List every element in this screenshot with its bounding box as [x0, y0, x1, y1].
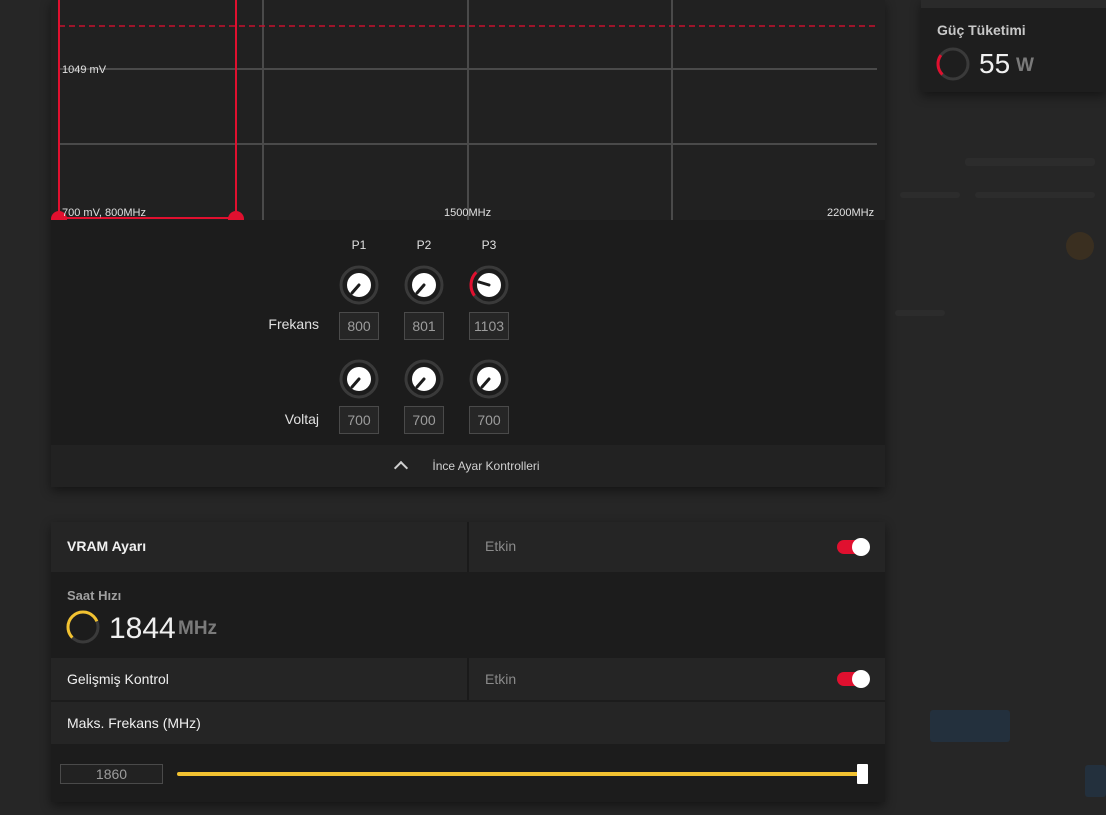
vram-status: Etkin [485, 538, 517, 554]
voltage-knob-p3[interactable] [469, 359, 509, 399]
frequency-row-label: Frekans [268, 316, 319, 332]
frequency-knob-p3[interactable] [469, 265, 509, 305]
column-p1: P1 [351, 238, 367, 252]
clock-speed-label: Saat Hızı [67, 588, 122, 603]
frequency-input-p1[interactable]: 800 [339, 312, 379, 340]
card-top-strip [921, 0, 1106, 8]
power-gauge-icon [936, 47, 970, 81]
max-frequency-row: Maks. Frekans (MHz) [51, 702, 885, 744]
frequency-knob-p1[interactable] [339, 265, 379, 305]
advanced-control-status: Etkin [485, 671, 517, 687]
voltage-knob-p1[interactable] [339, 359, 379, 399]
blurred-bg-button [930, 710, 1010, 742]
vf-curve-chart[interactable]: 1049 mV 700 mV, 800MHz 1500MHz 2200MHz [51, 0, 885, 220]
power-value: 55 [979, 48, 1011, 79]
blurred-bg-text [965, 158, 1095, 166]
voltage-axis-label: 1049 mV [62, 64, 107, 76]
vram-toggle[interactable] [837, 538, 870, 556]
voltage-row-label: Voltaj [284, 411, 319, 427]
blurred-bg-button [1085, 765, 1106, 797]
clock-speed-value: 1844 [109, 612, 176, 645]
chart-grid [59, 0, 877, 220]
curve-point-p2 [228, 211, 244, 220]
toggle-thumb [852, 670, 870, 688]
max-frequency-title: Maks. Frekans (MHz) [67, 715, 201, 731]
origin-axis-label: 700 mV, 800MHz [62, 207, 146, 219]
row-divider [467, 658, 469, 700]
blurred-bg-circle [1066, 232, 1094, 260]
voltage-input-p2[interactable]: 700 [404, 406, 444, 434]
toggle-thumb [852, 538, 870, 556]
fine-tune-label: İnce Ayar Kontrolleri [432, 459, 540, 473]
max-frequency-slider-thumb[interactable] [857, 764, 868, 784]
column-p3: P3 [481, 238, 497, 252]
blurred-bg-text [895, 310, 945, 316]
max-frequency-slider-track[interactable] [177, 772, 863, 776]
power-consumption-card: Güç Tüketimi 55 W [921, 0, 1106, 92]
voltage-input-p1[interactable]: 700 [339, 406, 379, 434]
voltage-knob-p2[interactable] [404, 359, 444, 399]
frequency-knob-p2[interactable] [404, 265, 444, 305]
max-frequency-input[interactable]: 1860 [60, 764, 163, 784]
vram-settings-row: VRAM Ayarı Etkin [51, 522, 885, 572]
vram-title: VRAM Ayarı [67, 538, 147, 554]
vf-curve-svg [51, 0, 877, 220]
column-p2: P2 [416, 238, 432, 252]
mid-axis-label: 1500MHz [444, 207, 492, 219]
voltage-input-p3[interactable]: 700 [469, 406, 509, 434]
power-unit: W [1016, 55, 1034, 76]
tuning-panel: 1049 mV 700 mV, 800MHz 1500MHz 2200MHz P… [51, 0, 885, 487]
blurred-bg-text [900, 192, 960, 198]
power-title: Güç Tüketimi [937, 22, 1026, 38]
fine-tune-toggle-bar[interactable]: İnce Ayar Kontrolleri [51, 445, 885, 487]
frequency-input-p2[interactable]: 801 [404, 312, 444, 340]
advanced-control-title: Gelişmiş Kontrol [67, 671, 169, 687]
clock-gauge-icon [66, 610, 100, 644]
vram-panel: VRAM Ayarı Etkin Saat Hızı 1844 MHz Geli… [51, 522, 885, 802]
row-divider [467, 522, 469, 572]
clock-speed-unit: MHz [178, 618, 218, 639]
advanced-control-toggle[interactable] [837, 670, 870, 688]
chevron-up-icon [394, 460, 409, 476]
blurred-bg-text [975, 192, 1095, 198]
frequency-input-p3[interactable]: 1103 [469, 312, 509, 340]
max-axis-label: 2200MHz [827, 207, 875, 219]
advanced-control-row: Gelişmiş Kontrol Etkin [51, 658, 885, 700]
